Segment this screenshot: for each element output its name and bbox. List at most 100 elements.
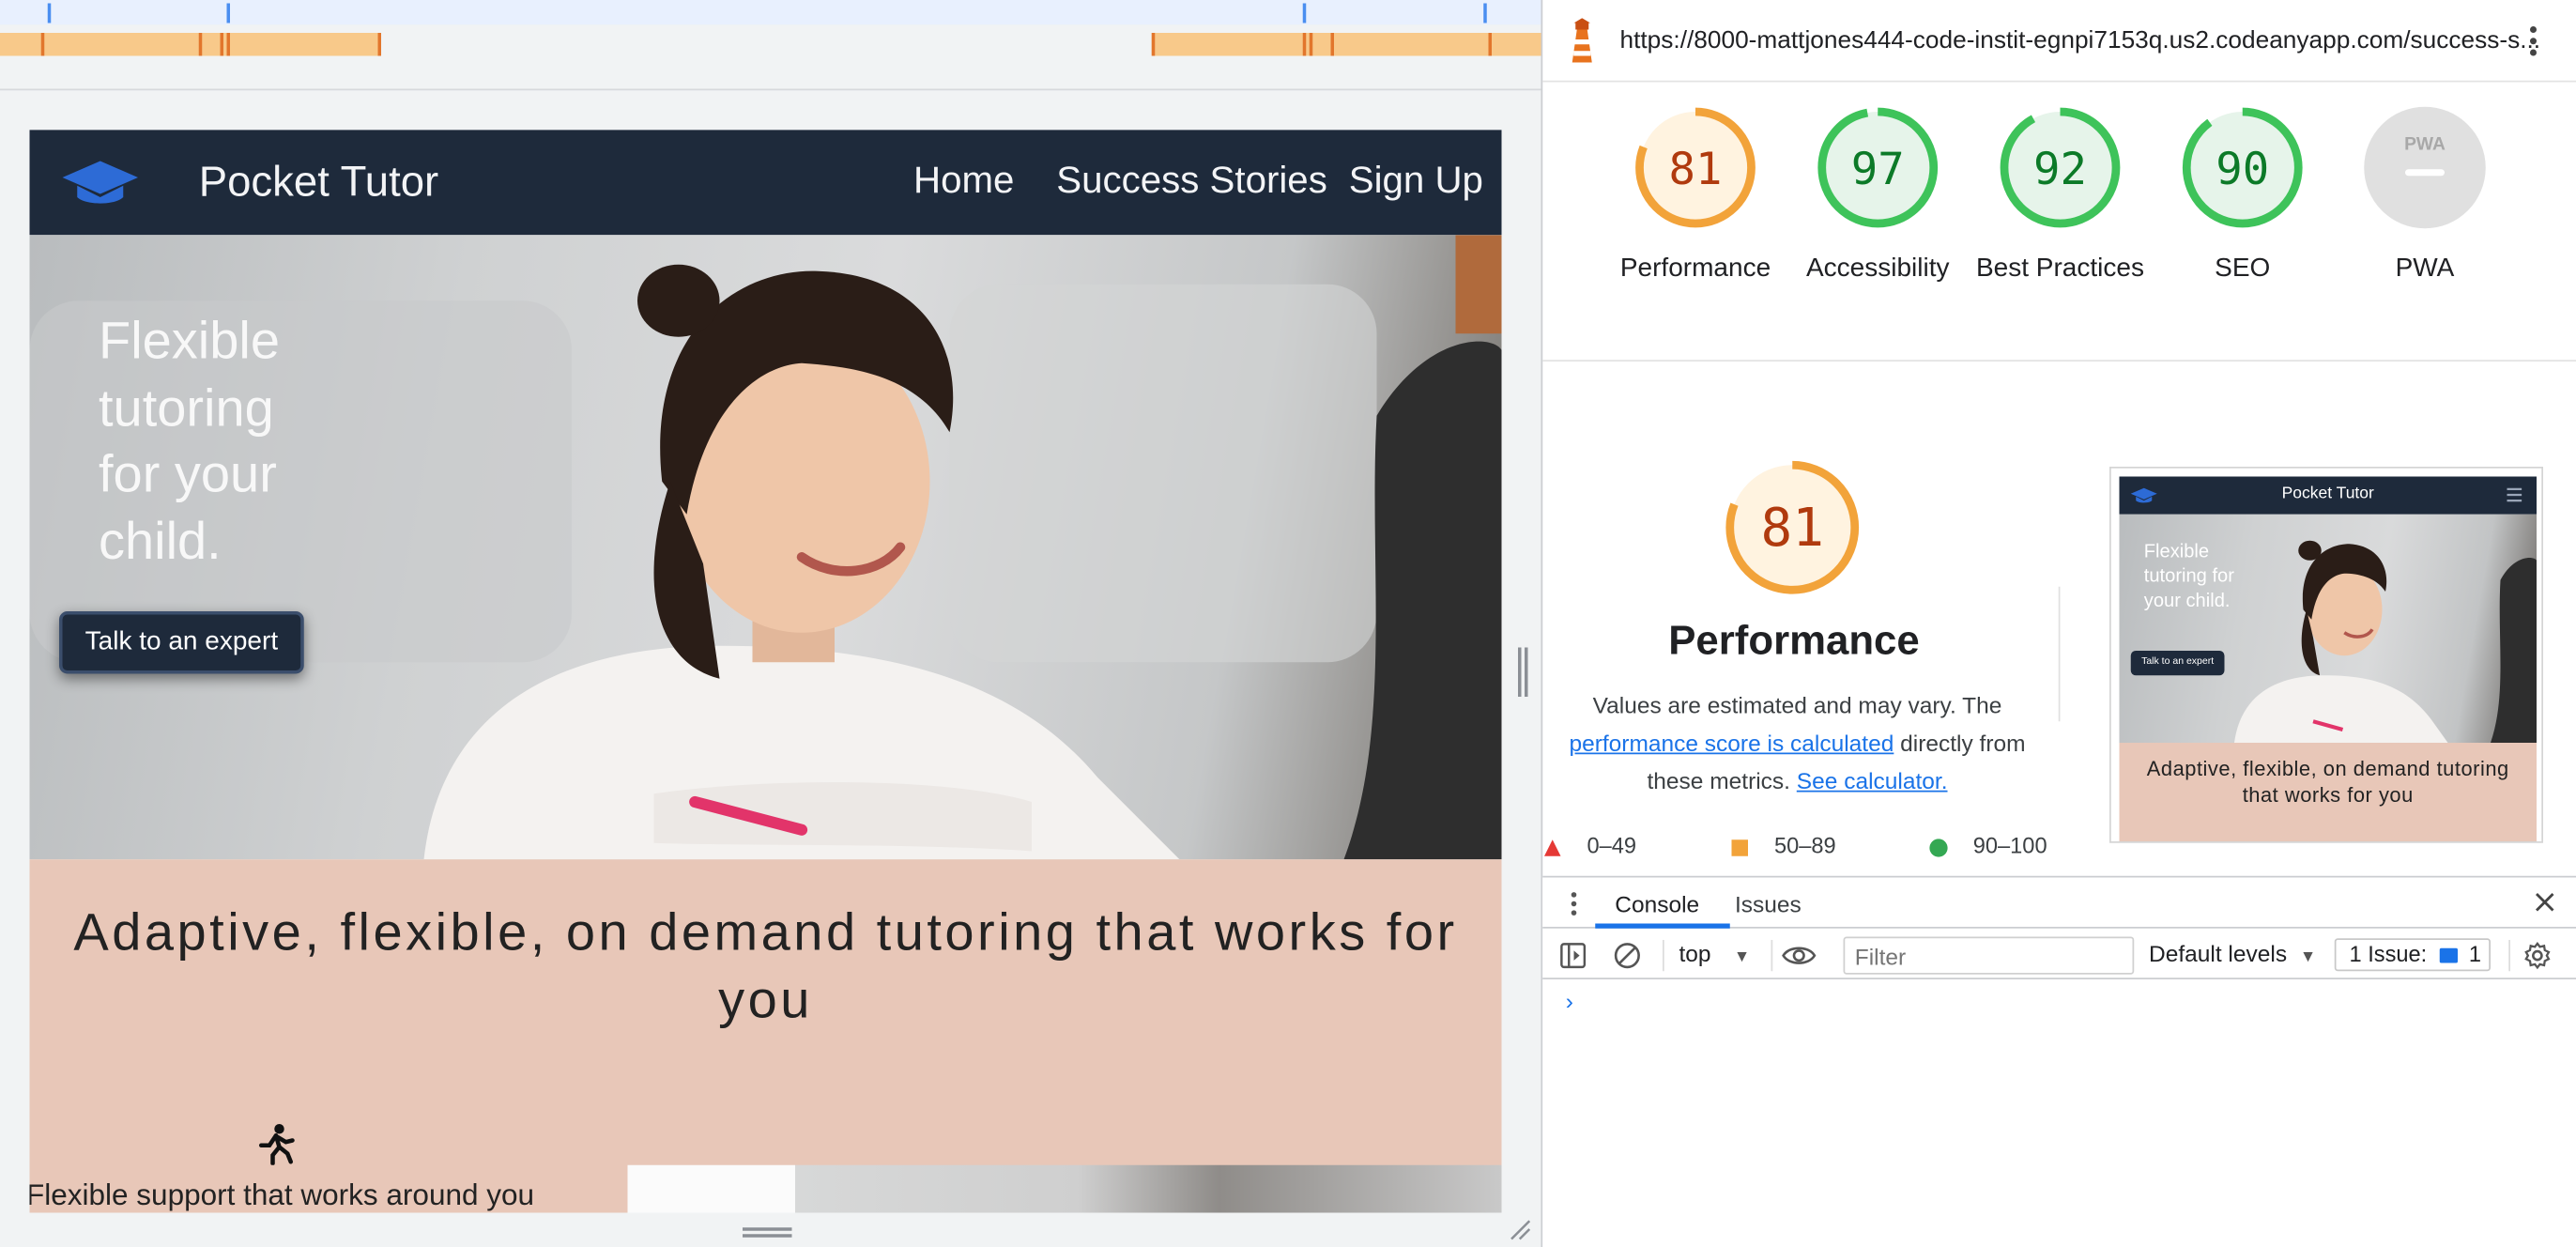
vertical-divider xyxy=(2058,586,2061,722)
lighthouse-report-header: https://8000-mattjones444-code-instit-eg… xyxy=(1542,0,2576,83)
gauge-label-seo: SEO xyxy=(2215,254,2271,283)
console-filter-input[interactable] xyxy=(1843,936,2135,975)
issues-label: 1 Issue: xyxy=(2349,941,2428,966)
score-calculated-link[interactable]: performance score is calculated xyxy=(1569,730,1894,756)
gauge-accessibility[interactable]: 97 xyxy=(1816,105,1940,230)
desc-prefix: Values are estimated and may vary. The xyxy=(1592,691,2002,718)
resize-corner-icon[interactable] xyxy=(1509,1218,1532,1241)
chevron-down-icon: ▼ xyxy=(1733,947,1751,966)
issues-badge[interactable]: 1 Issue: 1 xyxy=(2334,938,2491,972)
live-expression-eye-icon[interactable] xyxy=(1781,942,1817,970)
active-tab-indicator xyxy=(1595,923,1730,929)
performance-gauge-large: 81 xyxy=(1725,460,1860,594)
screen: Pocket Tutor Home Success Stories Sign U… xyxy=(0,0,2576,1247)
site-viewport: Pocket Tutor Home Success Stories Sign U… xyxy=(29,130,1502,1213)
ruler-tick xyxy=(226,3,230,23)
drawer-tab-bar: Console Issues xyxy=(1542,877,2576,929)
legend-fail: 0–49 xyxy=(1587,833,1637,858)
console-prompt[interactable]: › xyxy=(1566,988,1573,1014)
legend-average: 50–89 xyxy=(1774,833,1836,858)
media-query-marker xyxy=(1302,33,1307,56)
site-brand[interactable]: Pocket Tutor xyxy=(199,156,438,207)
media-query-bars[interactable] xyxy=(0,33,1541,56)
thumbnail-hero-heading: Flexible tutoring for your child. xyxy=(2143,542,2234,612)
gauge-seo[interactable]: 90 xyxy=(2180,105,2305,230)
thumbnail-navbar: Pocket Tutor xyxy=(2119,476,2537,515)
tagline-section: Adaptive, flexible, on demand tutoring t… xyxy=(29,859,1502,1213)
final-screenshot-thumbnail[interactable]: Pocket Tutor Flexible tutoring for your … xyxy=(2109,467,2543,843)
media-query-marker xyxy=(1151,33,1156,56)
performance-title: Performance xyxy=(1668,618,1920,664)
nav-link-home[interactable]: Home xyxy=(913,158,1014,202)
hamburger-menu-icon xyxy=(2507,487,2522,502)
media-query-marker xyxy=(220,33,223,56)
media-query-bar-right[interactable] xyxy=(1151,33,1541,56)
running-person-icon xyxy=(258,1124,295,1165)
device-preview-pane: Pocket Tutor Home Success Stories Sign U… xyxy=(0,0,1541,1247)
fail-triangle-icon xyxy=(1544,839,1561,856)
gauge-label-pwa: PWA xyxy=(2395,254,2455,283)
gauge-performance[interactable]: 81 xyxy=(1633,105,1758,230)
nav-link-sign-up[interactable]: Sign Up xyxy=(1349,158,1483,202)
sidebar-toggle-icon[interactable] xyxy=(1559,942,1587,970)
gauge-pwa[interactable]: PWA xyxy=(2363,105,2488,230)
graduation-cap-icon[interactable] xyxy=(62,158,139,208)
performance-description: Values are estimated and may vary. The p… xyxy=(1556,687,2039,801)
close-icon[interactable] xyxy=(2532,889,2558,916)
nav-link-success-stories[interactable]: Success Stories xyxy=(1056,158,1327,202)
tab-issues[interactable]: Issues xyxy=(1735,891,1802,917)
gauge-score: 81 xyxy=(1669,144,1723,195)
average-square-icon xyxy=(1731,839,1748,856)
media-query-ruler[interactable] xyxy=(0,0,1541,25)
console-drawer: Console Issues top ▼ Filter Default leve… xyxy=(1542,875,2576,1247)
thumbnail-tagline-section: Adaptive, flexible, on demand tutoring t… xyxy=(2119,743,2537,841)
thumbnail-brand: Pocket Tutor xyxy=(2281,485,2374,503)
chevron-down-icon: ▼ xyxy=(2299,947,2317,966)
resize-handle-bottom[interactable] xyxy=(743,1227,792,1238)
thumbnail-content: Pocket Tutor Flexible tutoring for your … xyxy=(2119,476,2537,841)
thumbnail-hero: Flexible tutoring for your child. Talk t… xyxy=(2119,514,2537,743)
more-options-icon[interactable] xyxy=(2525,22,2542,61)
see-calculator-link[interactable]: See calculator. xyxy=(1797,767,1948,793)
resize-handle-side[interactable] xyxy=(1518,647,1528,697)
issue-info-icon xyxy=(2439,947,2459,963)
ruler-tick xyxy=(47,3,52,23)
legend-pass: 90–100 xyxy=(1972,833,2047,858)
console-toolbar: top ▼ Default levels ▼ 1 Issue: 1 xyxy=(1542,931,2576,979)
gauge-score: 97 xyxy=(1851,144,1905,195)
media-query-marker xyxy=(1309,33,1313,56)
gauge-score: 92 xyxy=(2033,144,2087,195)
context-select[interactable]: top ▼ xyxy=(1679,940,1751,966)
gauge-best-practices[interactable]: 92 xyxy=(1998,105,2123,230)
media-query-bar-left[interactable] xyxy=(0,33,381,56)
ruler-tick xyxy=(1302,3,1307,23)
thumbnail-cta: Talk to an expert xyxy=(2130,651,2225,676)
performance-score-large: 81 xyxy=(1761,498,1824,559)
ruler-tick xyxy=(1483,3,1487,23)
console-settings-gear-icon[interactable] xyxy=(2523,941,2552,970)
feature-image xyxy=(795,1164,1502,1213)
hero-heading: Flexible tutoring for your child. xyxy=(99,310,280,570)
gauge-score: 90 xyxy=(2216,144,2269,195)
clear-console-icon[interactable] xyxy=(1614,942,1642,970)
log-levels-value: Default levels xyxy=(2149,940,2288,966)
log-levels-dropdown[interactable]: Default levels ▼ xyxy=(2149,940,2316,966)
report-url: https://8000-mattjones444-code-instit-eg… xyxy=(1619,26,2541,54)
pwa-badge-text: PWA xyxy=(2404,134,2446,154)
media-query-marker xyxy=(198,33,203,56)
lighthouse-icon xyxy=(1572,18,1592,63)
gauge-label-accessibility: Accessibility xyxy=(1805,254,1950,283)
context-value: top xyxy=(1679,940,1711,966)
hero-section: Flexible tutoring for your child. Talk t… xyxy=(29,235,1502,860)
feature-card xyxy=(627,1164,795,1213)
media-query-marker xyxy=(40,33,45,56)
talk-to-expert-button[interactable]: Talk to an expert xyxy=(59,611,304,674)
feature-text: Flexible support that works around you xyxy=(29,1178,535,1211)
tagline-heading: Adaptive, flexible, on demand tutoring t… xyxy=(73,901,1458,1029)
media-query-marker xyxy=(377,33,381,56)
devtools-panel: https://8000-mattjones444-code-instit-eg… xyxy=(1541,0,2576,1247)
media-query-marker xyxy=(1330,33,1334,56)
media-query-marker xyxy=(1488,33,1492,56)
drawer-menu-icon[interactable] xyxy=(1569,891,1579,917)
tab-console[interactable]: Console xyxy=(1615,891,1699,917)
